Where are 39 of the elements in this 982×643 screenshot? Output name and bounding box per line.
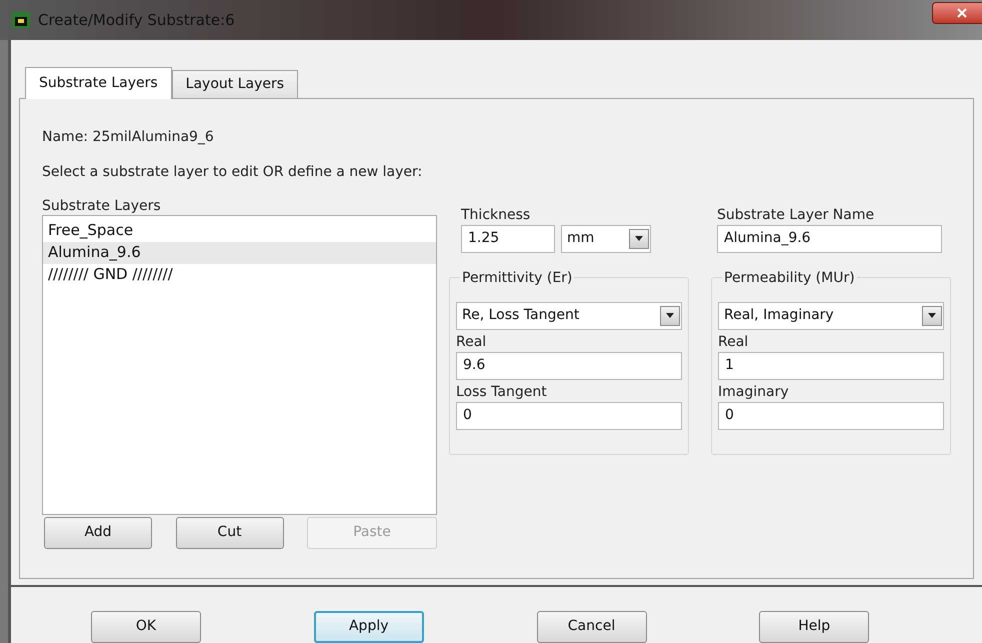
dropdown-field[interactable]: mm bbox=[561, 224, 651, 253]
field-label: Thickness bbox=[461, 206, 532, 225]
window-title: Create/Modify Substrate:6 bbox=[38, 10, 235, 31]
caret-icon bbox=[666, 313, 674, 318]
list-item[interactable]: Alumina_9.6 bbox=[43, 242, 436, 264]
list-button[interactable]: Cut bbox=[176, 516, 284, 549]
field-label: Real bbox=[718, 332, 750, 352]
tab[interactable]: Substrate Layers bbox=[25, 66, 172, 99]
dialog-button[interactable]: Help bbox=[759, 610, 870, 643]
input-field[interactable]: 9.6 bbox=[456, 352, 682, 380]
list-item[interactable]: Free_Space bbox=[43, 220, 436, 242]
field-label: Loss Tangent bbox=[456, 382, 548, 402]
input-field[interactable]: 1 bbox=[718, 352, 944, 380]
list-button[interactable]: Add bbox=[44, 516, 152, 549]
input-field[interactable]: 0 bbox=[456, 402, 682, 430]
dialog-button[interactable]: OK bbox=[91, 610, 201, 643]
field-label: Substrate Layer Name bbox=[717, 206, 876, 225]
instruction-text: Select a substrate layer to edit OR define a new layer: bbox=[42, 162, 424, 182]
tab[interactable]: Layout Layers bbox=[172, 70, 298, 98]
caret-icon bbox=[928, 313, 936, 318]
input-field[interactable]: 1.25 bbox=[461, 224, 555, 253]
dialog-button[interactable]: Cancel bbox=[536, 610, 646, 643]
dropdown-button[interactable] bbox=[660, 306, 680, 326]
dialog-button[interactable]: Apply bbox=[314, 610, 424, 643]
dropdown-field[interactable]: Real, Imaginary bbox=[718, 302, 944, 330]
close-button[interactable] bbox=[932, 2, 982, 24]
list-item[interactable]: //////// GND //////// bbox=[43, 264, 436, 286]
dropdown-button[interactable] bbox=[629, 228, 649, 249]
input-field[interactable]: Alumina_9.6 bbox=[717, 224, 942, 253]
list-label: Substrate Layers bbox=[42, 196, 162, 215]
dropdown-button[interactable] bbox=[922, 306, 942, 326]
app-icon bbox=[12, 12, 30, 28]
close-icon bbox=[957, 8, 967, 18]
name-label: Name: 25milAlumina9_6 bbox=[42, 128, 215, 147]
dropdown-field[interactable]: Re, Loss Tangent bbox=[456, 302, 682, 330]
input-field[interactable]: 0 bbox=[718, 402, 944, 430]
caret-icon bbox=[635, 236, 643, 242]
field-label: Real bbox=[456, 332, 488, 352]
field-label: Imaginary bbox=[718, 382, 790, 402]
